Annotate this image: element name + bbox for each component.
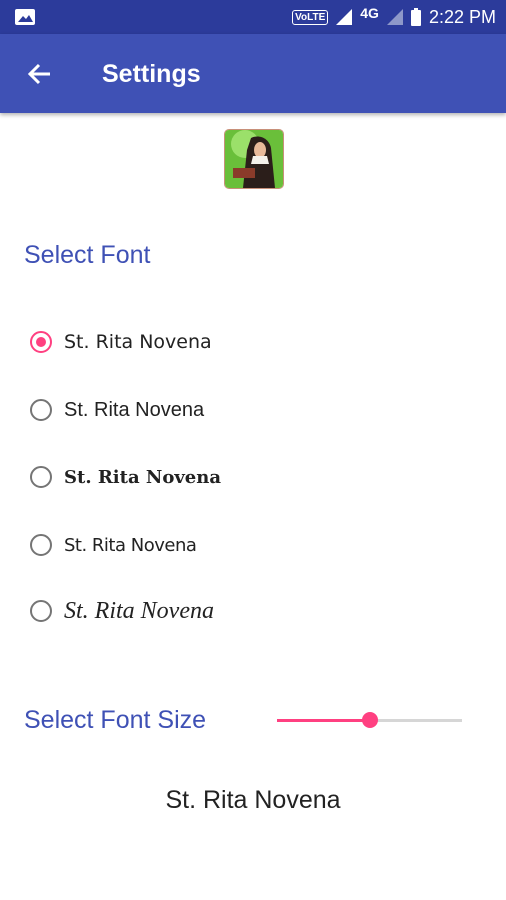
select-font-size-heading: Select Font Size (24, 706, 207, 734)
signal-icon-2 (386, 9, 403, 25)
font-preview-text: St. Rita Novena (165, 786, 341, 814)
signal-icon (336, 9, 353, 25)
radio-button[interactable] (30, 399, 52, 421)
select-font-heading: Select Font (24, 241, 151, 269)
battery-icon (410, 8, 421, 26)
font-option-label: St. Rita Novena (64, 534, 197, 556)
radio-button[interactable] (30, 600, 52, 622)
status-bar: VoLTE 4G 2:22 PM (0, 0, 506, 34)
network-type: 4G (360, 5, 379, 21)
radio-button[interactable] (30, 534, 52, 556)
radio-button-selected[interactable] (30, 331, 52, 353)
slider-thumb[interactable] (361, 712, 378, 728)
saint-image (224, 129, 284, 189)
font-size-slider[interactable] (277, 712, 462, 728)
radio-button[interactable] (30, 466, 52, 488)
volte-indicator: VoLTE (292, 9, 329, 25)
font-option-label: St. Rita Novena (64, 331, 212, 353)
back-arrow-icon[interactable] (26, 60, 54, 88)
font-option-label: St. Rita Novena (64, 597, 214, 624)
image-notification-icon (15, 9, 35, 25)
font-option-5[interactable]: St. Rita Novena (30, 591, 214, 631)
font-option-3[interactable]: St. Rita Novena (30, 457, 221, 497)
font-option-label: St. Rita Novena (64, 398, 205, 421)
slider-fill (277, 719, 370, 722)
clock: 2:22 PM (428, 6, 496, 27)
font-option-label: St. Rita Novena (64, 466, 222, 488)
font-option-4[interactable]: St. Rita Novena (30, 525, 197, 565)
app-bar: Settings (0, 34, 506, 113)
font-option-2[interactable]: St. Rita Novena (30, 390, 204, 430)
page-title: Settings (102, 60, 201, 88)
font-option-1[interactable]: St. Rita Novena (30, 322, 212, 362)
